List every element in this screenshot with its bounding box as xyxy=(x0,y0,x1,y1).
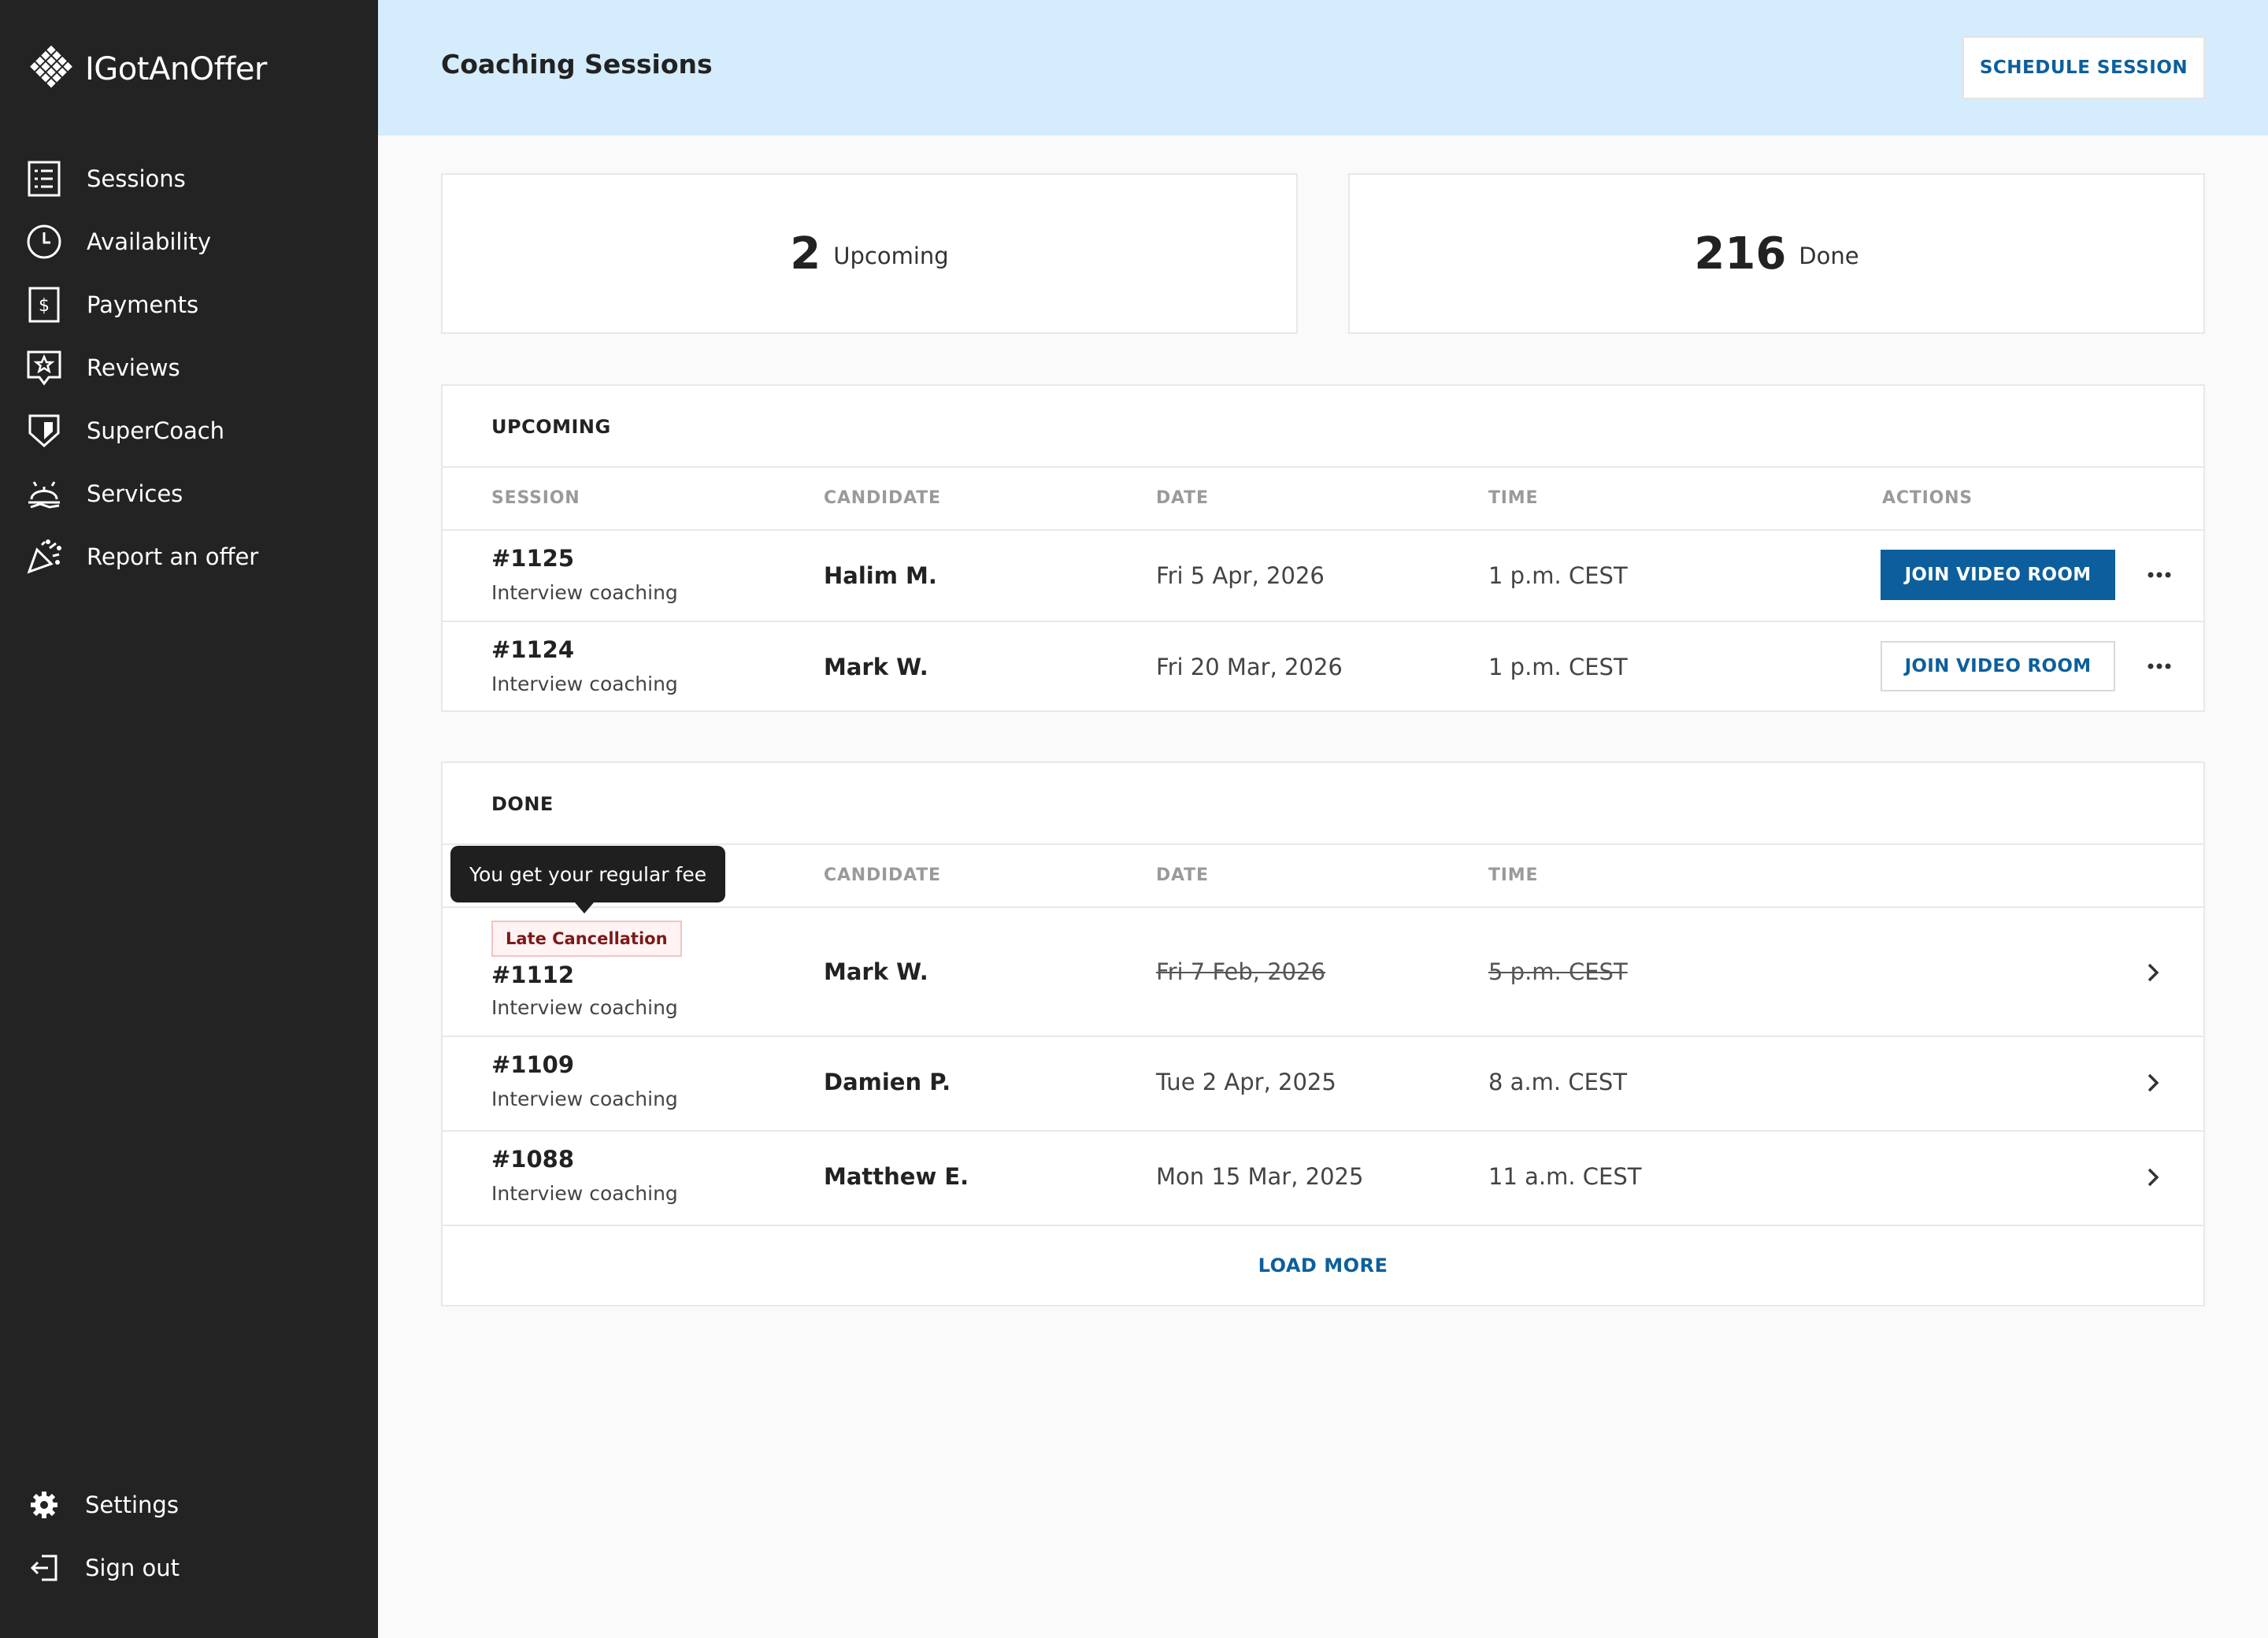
upcoming-label: Upcoming xyxy=(833,243,949,269)
column-header-date: DATE xyxy=(1156,865,1209,885)
candidate-name: Halim M. xyxy=(824,562,937,589)
upcoming-title: UPCOMING xyxy=(491,416,611,438)
sidebar-item-label: Sessions xyxy=(87,165,186,192)
sidebar-item-services[interactable]: Services xyxy=(25,472,183,516)
sidebar-item-label: Services xyxy=(87,480,183,507)
done-count: 216 xyxy=(1694,228,1787,280)
session-id[interactable]: #1112 xyxy=(491,962,574,988)
column-header-candidate: CANDIDATE xyxy=(824,865,941,885)
sidebar-item-label: Availability xyxy=(87,228,212,255)
done-panel: DONE CANDIDATE DATE TIME Late Cancellati… xyxy=(441,762,2205,1306)
services-icon xyxy=(25,475,63,513)
session-time: 5 p.m. CEST xyxy=(1488,958,1628,985)
list-icon xyxy=(25,160,63,198)
candidate-name: Damien P. xyxy=(824,1069,951,1095)
svg-text:$: $ xyxy=(39,296,50,316)
sidebar-item-label: Sign out xyxy=(85,1555,180,1581)
more-options-icon[interactable] xyxy=(2144,650,2175,682)
done-stat-card: 216 Done xyxy=(1348,173,2205,334)
sidebar-item-label: Settings xyxy=(85,1492,179,1518)
column-header-session: SESSION xyxy=(491,488,580,508)
sidebar-item-reviews[interactable]: Reviews xyxy=(25,346,180,390)
divider xyxy=(443,843,2203,845)
divider xyxy=(443,1130,2203,1132)
late-cancellation-badge[interactable]: Late Cancellation xyxy=(491,921,682,957)
gear-icon xyxy=(25,1486,63,1524)
sidebar-item-label: Report an offer xyxy=(87,543,259,570)
candidate-name: Matthew E. xyxy=(824,1163,969,1190)
divider xyxy=(443,529,2203,531)
session-time: 1 p.m. CEST xyxy=(1488,562,1628,589)
column-header-time: TIME xyxy=(1488,488,1539,508)
sidebar-item-settings[interactable]: Settings xyxy=(25,1483,179,1527)
upcoming-count: 2 xyxy=(790,228,821,280)
column-header-time: TIME xyxy=(1488,865,1539,885)
session-date: Fri 5 Apr, 2026 xyxy=(1156,562,1325,589)
page-header: Coaching Sessions SCHEDULE SESSION xyxy=(378,0,2268,135)
fee-tooltip: You get your regular fee xyxy=(450,846,726,902)
session-type: Interview coaching xyxy=(491,1182,678,1205)
sidebar-item-supercoach[interactable]: SuperCoach xyxy=(25,409,224,453)
dollar-icon: $ xyxy=(25,286,63,324)
sidebar-item-label: SuperCoach xyxy=(87,417,225,444)
join-video-room-button[interactable]: JOIN VIDEO ROOM xyxy=(1881,641,2115,691)
load-more-button[interactable]: LOAD MORE xyxy=(443,1254,2203,1277)
logo[interactable]: IGotAnOffer xyxy=(25,44,267,94)
clock-icon xyxy=(25,223,63,261)
sidebar: IGotAnOffer Sessions Availability $ Paym… xyxy=(0,0,378,1638)
sidebar-item-availability[interactable]: Availability xyxy=(25,220,211,264)
party-icon xyxy=(25,538,63,576)
chevron-right-icon[interactable] xyxy=(2137,1162,2169,1193)
done-label: Done xyxy=(1799,243,1859,269)
page-title: Coaching Sessions xyxy=(441,49,713,80)
chevron-right-icon[interactable] xyxy=(2137,957,2169,988)
session-type: Interview coaching xyxy=(491,673,678,695)
more-options-icon[interactable] xyxy=(2144,559,2175,591)
sign-out-icon xyxy=(25,1549,63,1587)
logo-icon xyxy=(25,42,77,97)
column-header-candidate: CANDIDATE xyxy=(824,488,941,508)
session-date: Fri 7 Feb, 2026 xyxy=(1156,958,1326,985)
session-time: 11 a.m. CEST xyxy=(1488,1163,1642,1190)
sidebar-item-payments[interactable]: $ Payments xyxy=(25,283,198,327)
divider xyxy=(443,621,2203,622)
session-date: Mon 15 Mar, 2025 xyxy=(1156,1163,1364,1190)
column-header-date: DATE xyxy=(1156,488,1209,508)
session-id[interactable]: #1109 xyxy=(491,1051,574,1078)
session-date: Fri 20 Mar, 2026 xyxy=(1156,654,1343,680)
session-date: Tue 2 Apr, 2025 xyxy=(1156,1069,1336,1095)
divider xyxy=(443,906,2203,908)
divider xyxy=(443,1036,2203,1037)
join-video-room-button[interactable]: JOIN VIDEO ROOM xyxy=(1881,550,2115,600)
candidate-name: Mark W. xyxy=(824,958,928,985)
session-id[interactable]: #1125 xyxy=(491,545,574,572)
session-type: Interview coaching xyxy=(491,1088,678,1110)
shield-icon xyxy=(25,412,63,450)
sidebar-item-sessions[interactable]: Sessions xyxy=(25,157,186,201)
chevron-right-icon[interactable] xyxy=(2137,1067,2169,1099)
sidebar-item-label: Payments xyxy=(87,291,199,318)
schedule-session-button[interactable]: SCHEDULE SESSION xyxy=(1962,36,2205,99)
upcoming-panel: UPCOMING SESSION CANDIDATE DATE TIME ACT… xyxy=(441,384,2205,712)
upcoming-stat-card: 2 Upcoming xyxy=(441,173,1298,334)
sidebar-item-label: Reviews xyxy=(87,354,180,381)
app-root: IGotAnOffer Sessions Availability $ Paym… xyxy=(0,0,2268,1638)
session-type: Interview coaching xyxy=(491,581,678,604)
star-icon xyxy=(25,349,63,387)
candidate-name: Mark W. xyxy=(824,654,928,680)
session-time: 1 p.m. CEST xyxy=(1488,654,1628,680)
sidebar-item-report-offer[interactable]: Report an offer xyxy=(25,535,258,579)
sidebar-item-sign-out[interactable]: Sign out xyxy=(25,1546,180,1590)
session-id[interactable]: #1124 xyxy=(491,636,574,663)
done-title: DONE xyxy=(491,793,554,815)
column-header-actions: ACTIONS xyxy=(1882,488,1973,508)
tooltip-arrow xyxy=(575,902,594,914)
session-time: 8 a.m. CEST xyxy=(1488,1069,1628,1095)
divider xyxy=(443,466,2203,468)
divider xyxy=(443,1225,2203,1226)
session-id[interactable]: #1088 xyxy=(491,1146,574,1173)
session-type: Interview coaching xyxy=(491,996,678,1019)
brand-name: IGotAnOffer xyxy=(85,51,267,87)
